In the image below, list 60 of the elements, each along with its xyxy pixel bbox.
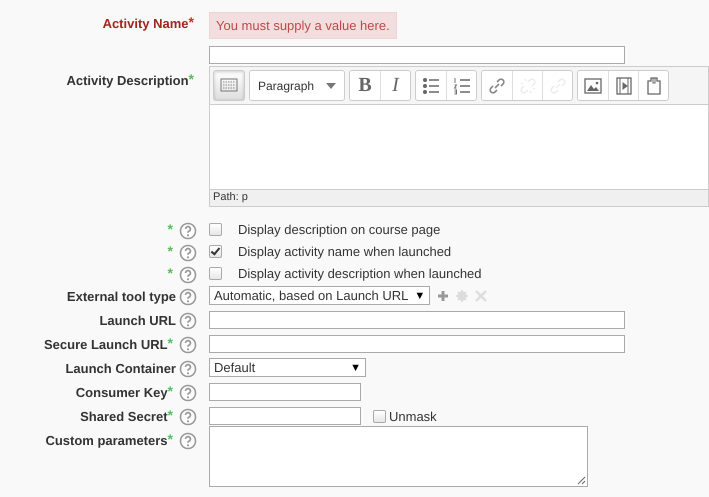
checkbox-label: Display activity description when launched <box>238 266 482 280</box>
error-message: You must supply a value here. <box>209 12 397 39</box>
required-marker: * <box>168 384 173 398</box>
keyboard-button[interactable] <box>214 71 244 100</box>
italic-button[interactable]: I <box>380 71 410 100</box>
field-label: Launch URL <box>99 312 176 329</box>
field-label: Secure Launch URL <box>44 336 168 353</box>
bulleted-list-icon <box>421 76 441 96</box>
image-icon <box>583 76 603 96</box>
select-dropdown[interactable]: Automatic, based on Launch URL ▼ <box>209 286 430 305</box>
help-icon[interactable] <box>179 266 197 284</box>
field-label: Activity Description <box>66 72 189 89</box>
required-marker: * <box>188 15 194 29</box>
help-icon[interactable] <box>179 384 197 402</box>
field-label: Activity Name <box>102 15 189 32</box>
input-field[interactable] <box>209 407 361 425</box>
help-icon[interactable] <box>179 408 197 426</box>
bold-button[interactable]: B <box>350 71 380 100</box>
checkbox-label: Display description on course page <box>238 222 440 236</box>
help-icon[interactable] <box>179 288 197 306</box>
required-marker: * <box>188 72 194 86</box>
help-icon[interactable] <box>179 244 197 262</box>
checkbox[interactable] <box>373 410 386 422</box>
required-marker: * <box>168 408 173 422</box>
checkbox-label: Unmask <box>389 408 437 424</box>
checkbox[interactable] <box>209 266 222 280</box>
link-icon <box>487 76 507 96</box>
caret-icon <box>326 82 336 88</box>
text-editor[interactable]: Paragraph B I Path: p <box>209 66 709 207</box>
input-field[interactable] <box>209 383 361 401</box>
checkbox[interactable] <box>209 222 222 236</box>
caret-icon: ▼ <box>350 362 361 374</box>
field-label: Launch Container <box>65 360 176 377</box>
required-marker: * <box>168 432 173 446</box>
help-icon[interactable] <box>179 222 197 240</box>
field-label: Consumer Key <box>76 384 168 401</box>
caret-icon: ▼ <box>414 290 426 302</box>
editor-path: Path: p <box>210 189 708 206</box>
numbered-list-icon <box>452 76 472 96</box>
required-marker: * <box>168 266 173 280</box>
field-label: External tool type <box>66 288 176 305</box>
help-icon[interactable] <box>179 432 197 450</box>
add-icon[interactable] <box>437 290 450 302</box>
checkbox[interactable] <box>209 244 222 258</box>
required-marker: * <box>168 222 173 236</box>
input-field[interactable] <box>209 46 625 64</box>
select-dropdown[interactable]: Default ▼ <box>209 358 366 377</box>
format-dropdown[interactable]: Paragraph <box>250 71 344 100</box>
help-icon[interactable] <box>179 312 197 330</box>
input-field[interactable] <box>209 311 625 329</box>
resize-handle-icon[interactable] <box>577 476 586 485</box>
checkbox-label: Display activity name when launched <box>238 244 452 258</box>
input-field[interactable] <box>209 335 625 353</box>
required-marker: * <box>168 244 173 258</box>
help-icon[interactable] <box>179 360 197 378</box>
film-icon <box>614 76 634 96</box>
field-label: Custom parameters <box>45 432 168 449</box>
required-marker: * <box>168 336 173 350</box>
help-icon[interactable] <box>179 336 197 354</box>
field-label: Shared Secret <box>80 408 168 425</box>
